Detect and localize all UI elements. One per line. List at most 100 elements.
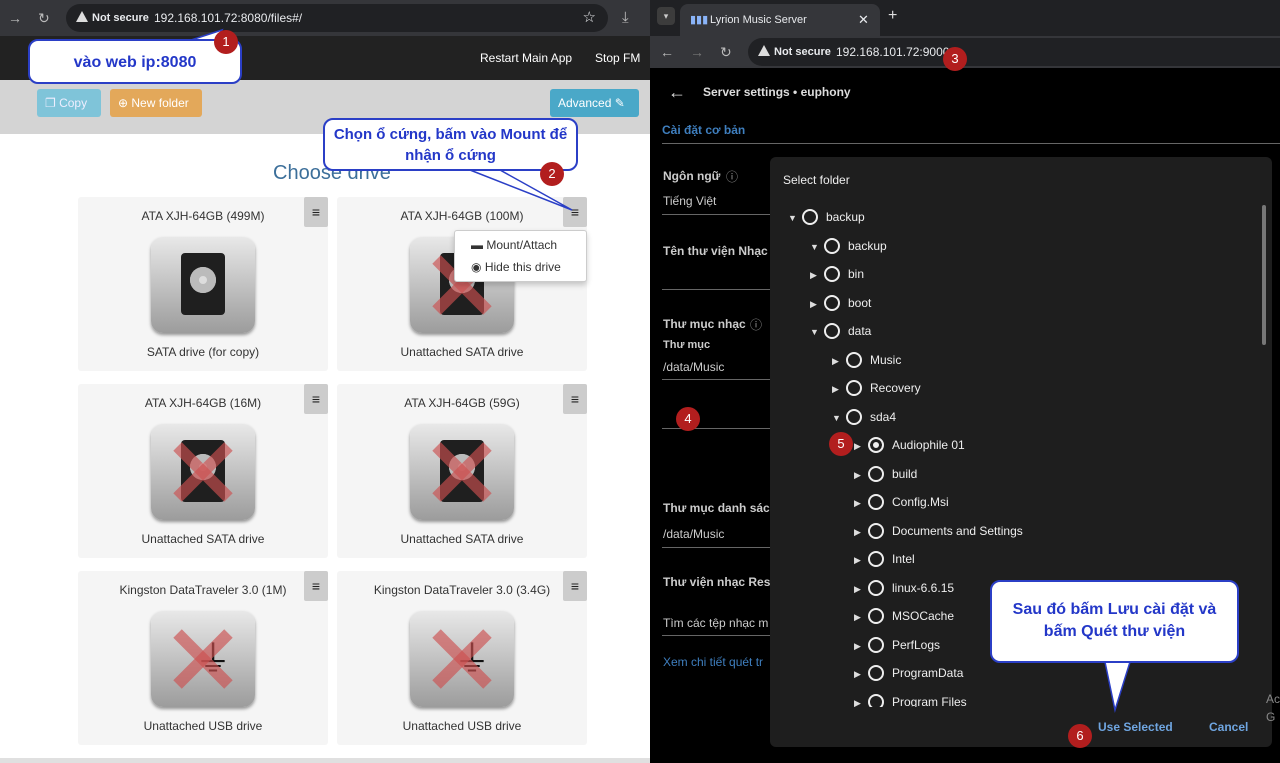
folder-radio[interactable] — [802, 209, 818, 225]
folder-radio[interactable] — [824, 266, 840, 282]
help-icon[interactable]: ⓘ — [750, 316, 762, 333]
caret-right-icon[interactable]: ▶ — [832, 379, 846, 399]
help-icon[interactable]: ⓘ — [726, 168, 738, 185]
folder-radio[interactable] — [868, 522, 884, 539]
folder-radio[interactable] — [868, 608, 884, 624]
folder-tree-item[interactable]: ▶ ProgramData — [854, 663, 963, 683]
forward-icon[interactable]: → — [690, 42, 704, 62]
caret-right-icon[interactable]: ▶ — [854, 522, 868, 542]
caret-right-icon[interactable]: ▶ — [832, 351, 846, 371]
reload-icon[interactable]: ↻ — [38, 8, 50, 28]
drive-menu-button[interactable]: ≡ — [304, 197, 328, 227]
reload-icon[interactable]: ↻ — [720, 42, 732, 62]
restart-main-app-link[interactable]: Restart Main App — [480, 36, 572, 80]
cancel-button[interactable]: Cancel — [1209, 720, 1248, 734]
folder-tree-item[interactable]: ▶ Documents and Settings — [854, 521, 1023, 541]
drive-card[interactable]: ATA XJH-64GB (100M) ≡ Unattached SATA driv… — [337, 197, 587, 371]
caret-down-icon[interactable]: ▼ — [810, 322, 824, 342]
forward-icon[interactable]: → — [8, 8, 22, 28]
folder-radio[interactable] — [868, 579, 884, 596]
drive-menu-button[interactable]: ≡ — [563, 197, 587, 227]
folder-radio[interactable] — [824, 323, 840, 339]
caret-right-icon[interactable]: ▶ — [854, 579, 868, 599]
caret-right-icon[interactable]: ▶ — [854, 693, 868, 708]
drive-menu-button[interactable]: ≡ — [304, 571, 328, 601]
advanced-button[interactable]: Advanced ✎ — [550, 89, 639, 117]
folder-radio[interactable] — [868, 636, 884, 653]
caret-down-icon[interactable]: ▼ — [788, 208, 802, 228]
caret-right-icon[interactable]: ▶ — [854, 550, 868, 570]
folder-tree-item[interactable]: ▶ MSOCache — [854, 606, 954, 626]
tree-scrollbar[interactable] — [1262, 205, 1266, 345]
folder-radio[interactable] — [868, 551, 884, 567]
folder-tree-item[interactable]: ▶ build — [854, 464, 917, 484]
usb-drive-icon[interactable]: ⏚ — [151, 611, 255, 707]
caret-right-icon[interactable]: ▶ — [854, 636, 868, 656]
back-icon[interactable]: ← — [660, 42, 674, 62]
folder-radio[interactable] — [868, 494, 884, 510]
folder-tree-item[interactable]: ▶ linux-6.6.15 — [854, 578, 954, 598]
close-tab-icon[interactable]: ✕ — [858, 12, 869, 28]
folder-tree-item[interactable]: ▼ sda4 — [832, 407, 896, 427]
drive-card[interactable]: Kingston DataTraveler 3.0 (3.4G) ≡ ⏚ Unatta… — [337, 571, 587, 745]
folder-tree-item[interactable]: ▼ data — [810, 321, 871, 341]
playlist-folder-input[interactable]: /data/Music — [663, 527, 724, 541]
hide-drive-item[interactable]: ◉ Hide this drive — [471, 260, 561, 274]
caret-right-icon[interactable]: ▶ — [854, 493, 868, 513]
tab-lyrion[interactable]: ▮▮▮ Lyrion Music Server ✕ — [680, 4, 880, 36]
drive-card[interactable]: Kingston DataTraveler 3.0 (1M) ≡ ⏚ Unattach… — [78, 571, 328, 745]
folder-tree-item[interactable]: ▼ backup — [788, 207, 865, 227]
library-name-input[interactable] — [662, 289, 772, 290]
music-folder-input[interactable]: /data/Music — [663, 360, 724, 374]
hard-drive-icon[interactable] — [151, 424, 255, 520]
folder-tree-item[interactable]: ▶ Program Files — [854, 692, 967, 708]
folder-tree-item[interactable]: ▶ Config.Msi — [854, 492, 949, 512]
stop-fm-link[interactable]: Stop FM — [595, 36, 640, 80]
download-icon[interactable]: ⤓ — [622, 8, 629, 28]
drive-menu-button[interactable]: ≡ — [304, 384, 328, 414]
hard-drive-icon[interactable] — [410, 424, 514, 520]
back-arrow-icon[interactable]: ← — [668, 82, 686, 103]
folder-radio[interactable] — [846, 351, 862, 368]
mount-attach-item[interactable]: ▬ Mount/Attach — [471, 238, 557, 252]
copy-button[interactable]: ❐ Copy — [37, 89, 101, 117]
folder-radio[interactable] — [868, 437, 884, 453]
tab-search-icon[interactable]: ▾ — [657, 7, 675, 25]
folder-tree-item[interactable]: ▶ Music — [832, 350, 901, 370]
caret-down-icon[interactable]: ▼ — [810, 237, 824, 257]
folder-tree-item[interactable]: ▶ Audiophile 01 — [854, 435, 965, 455]
folder-radio[interactable] — [846, 380, 862, 396]
use-selected-button[interactable]: Use Selected — [1098, 720, 1173, 734]
drive-card[interactable]: ATA XJH-64GB (16M) ≡ Unattached SATA drive — [78, 384, 328, 558]
drive-card[interactable]: ATA XJH-64GB (59G) ≡ Unattached SATA drive — [337, 384, 587, 558]
drive-card[interactable]: ATA XJH-64GB (499M) ≡ SATA drive (for copy… — [78, 197, 328, 371]
folder-tree-item[interactable]: ▶ Intel — [854, 549, 915, 569]
section-title[interactable]: Cài đặt cơ bản — [662, 123, 745, 137]
scan-details-link[interactable]: Xem chi tiết quét tr — [663, 655, 763, 669]
folder-radio[interactable] — [868, 693, 884, 707]
star-icon[interactable]: ☆ — [583, 4, 596, 32]
caret-right-icon[interactable]: ▶ — [854, 436, 868, 456]
folder-tree-item[interactable]: ▶ Recovery — [832, 378, 921, 398]
caret-right-icon[interactable]: ▶ — [810, 294, 824, 314]
folder-radio[interactable] — [824, 237, 840, 254]
folder-tree-item[interactable]: ▶ boot — [810, 293, 871, 313]
drive-menu-button[interactable]: ≡ — [563, 571, 587, 601]
folder-radio[interactable] — [868, 665, 884, 681]
hard-drive-icon[interactable] — [151, 237, 255, 333]
caret-right-icon[interactable]: ▶ — [854, 664, 868, 684]
folder-tree-item[interactable]: ▼ backup — [810, 236, 887, 256]
folder-radio[interactable] — [846, 408, 862, 425]
caret-right-icon[interactable]: ▶ — [854, 607, 868, 627]
new-tab-icon[interactable]: + — [888, 7, 897, 25]
folder-tree-item[interactable]: ▶ bin — [810, 264, 864, 284]
caret-right-icon[interactable]: ▶ — [810, 265, 824, 285]
drive-menu-button[interactable]: ≡ — [563, 384, 587, 414]
folder-radio[interactable] — [868, 465, 884, 482]
caret-down-icon[interactable]: ▼ — [832, 408, 846, 428]
language-select[interactable]: Tiếng Việt — [663, 194, 716, 208]
new-folder-button[interactable]: ⊕ New folder — [110, 89, 202, 117]
right-url-bar[interactable]: Not secure 192.168.101.72:9000 — [748, 38, 1280, 66]
usb-drive-icon[interactable]: ⏚ — [410, 611, 514, 707]
caret-right-icon[interactable]: ▶ — [854, 465, 868, 485]
